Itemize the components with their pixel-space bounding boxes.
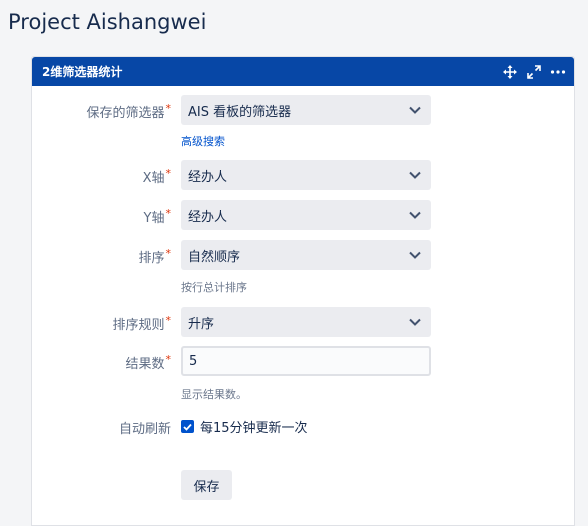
save-button[interactable]: 保存 bbox=[181, 470, 232, 500]
gadget-toolbar bbox=[502, 64, 566, 80]
auto-refresh-label: 自动刷新 bbox=[118, 422, 171, 437]
result-count-label: 结果数* bbox=[125, 353, 171, 372]
sort-value: 自然顺序 bbox=[188, 249, 241, 265]
expand-icon[interactable] bbox=[526, 64, 542, 80]
saved-filter-label: 保存的筛选器* bbox=[86, 102, 171, 121]
checkbox-checked-icon[interactable] bbox=[181, 420, 194, 433]
auto-refresh-checkbox[interactable]: 每15分钟更新一次 bbox=[181, 417, 308, 436]
chevron-down-icon bbox=[409, 211, 421, 219]
saved-filter-select[interactable]: AIS 看板的筛选器 bbox=[181, 95, 431, 125]
sort-rule-label: 排序规则* bbox=[112, 314, 171, 333]
more-icon[interactable] bbox=[550, 64, 566, 80]
advanced-search-link[interactable]: 高级搜索 bbox=[181, 133, 225, 149]
auto-refresh-option: 每15分钟更新一次 bbox=[200, 421, 308, 436]
page-title: Project Aishangwei bbox=[8, 10, 207, 34]
sort-label: 排序* bbox=[138, 247, 171, 266]
chevron-down-icon bbox=[409, 251, 421, 259]
sort-rule-value: 升序 bbox=[188, 316, 215, 332]
result-count-input[interactable] bbox=[181, 346, 431, 376]
x-axis-value: 经办人 bbox=[188, 169, 228, 185]
x-axis-label: X轴* bbox=[142, 167, 171, 186]
y-axis-label: Y轴* bbox=[143, 207, 171, 226]
chevron-down-icon bbox=[409, 106, 421, 114]
chevron-down-icon bbox=[409, 318, 421, 326]
sort-select[interactable]: 自然顺序 bbox=[181, 240, 431, 270]
chevron-down-icon bbox=[409, 171, 421, 179]
saved-filter-value: AIS 看板的筛选器 bbox=[188, 104, 292, 120]
y-axis-select[interactable]: 经办人 bbox=[181, 200, 431, 230]
gadget-panel: 2维筛选器统计 保存的筛选器* AIS 看板的筛选器 高级搜索 X轴* 经办人 bbox=[31, 56, 575, 526]
gadget-title: 2维筛选器统计 bbox=[42, 65, 123, 79]
x-axis-select[interactable]: 经办人 bbox=[181, 160, 431, 190]
sort-help: 按行总计排序 bbox=[181, 281, 247, 294]
result-count-help: 显示结果数。 bbox=[181, 388, 247, 401]
sort-rule-select[interactable]: 升序 bbox=[181, 307, 431, 337]
y-axis-value: 经办人 bbox=[188, 209, 228, 225]
gadget-header: 2维筛选器统计 bbox=[32, 57, 574, 86]
move-icon[interactable] bbox=[502, 64, 518, 80]
